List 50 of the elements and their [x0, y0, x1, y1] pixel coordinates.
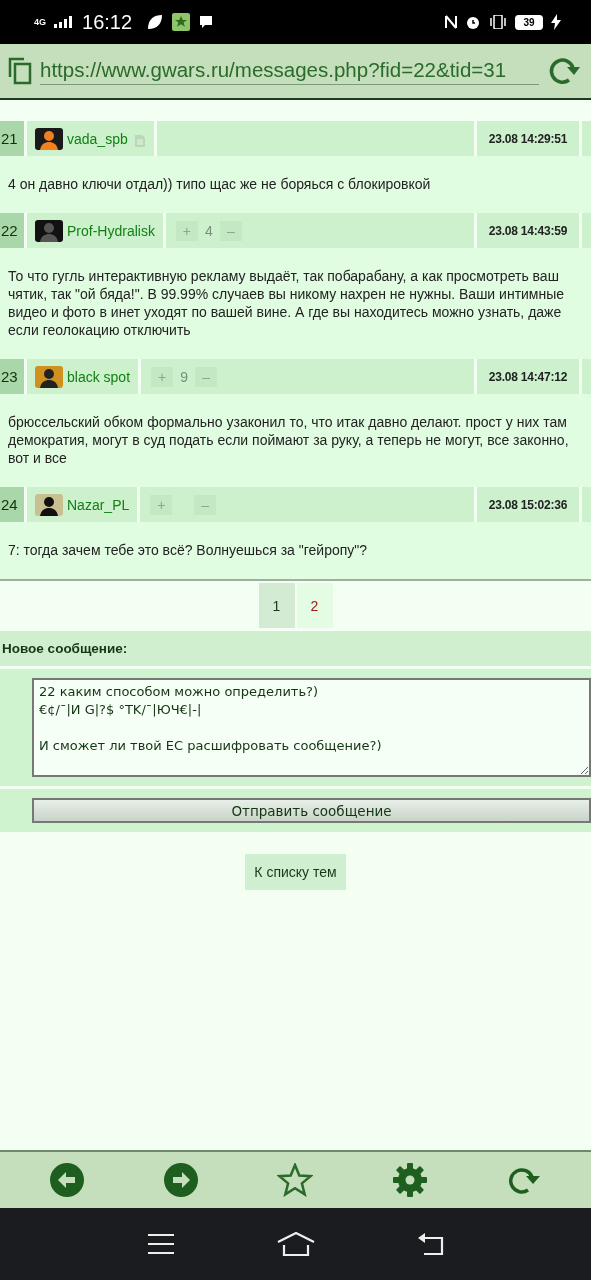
post-date: 23.08 14:43:59: [477, 213, 579, 248]
avatar-icon: [33, 217, 65, 244]
battery-level: 39: [515, 14, 543, 30]
avatar-icon: [33, 363, 65, 390]
post-number: 22: [0, 213, 24, 248]
rating-score: 9: [179, 368, 189, 385]
star-app-icon: [172, 13, 191, 31]
forward-icon[interactable]: [163, 1162, 200, 1198]
star-icon[interactable]: [277, 1163, 314, 1197]
section-title: Новое сообщение:: [0, 631, 591, 666]
settings-icon[interactable]: [391, 1162, 428, 1198]
header-cell: [582, 121, 591, 156]
avatar-icon: [33, 491, 65, 518]
post-date: 23.08 14:29:51: [477, 121, 579, 156]
topic-list-button[interactable]: К списку тем: [245, 854, 346, 890]
avatar-icon: [33, 125, 65, 152]
author-link[interactable]: Prof-Hydralisk: [67, 222, 155, 239]
message-field[interactable]: 22 каким способом можно определить?) €¢/¯|И G|?$ °TK/¯|ЮЧ€|-| И сможет ли твой ЕС расшифровать сообщение?): [32, 678, 591, 777]
vibrate-icon: [489, 15, 507, 29]
author-link[interactable]: Nazar_PL: [67, 496, 130, 513]
page-button[interactable]: 2: [296, 583, 333, 628]
rating-score: 4: [204, 222, 214, 239]
header-cell: [582, 487, 591, 522]
nfc-icon: [445, 14, 457, 30]
author-link[interactable]: vada_spb: [67, 130, 128, 147]
author-link[interactable]: black spot: [67, 368, 131, 385]
header-cell: [582, 359, 591, 394]
post-date: 23.08 15:02:36: [477, 487, 579, 522]
post-text: брюссельский обком формально узаконил то, что итак давно делают. прост у них там демократия, могут в суд подать если поймают за руку, а теперь не могут, все законно, вот и все: [0, 394, 591, 487]
alarm-icon: [465, 14, 481, 30]
post-number: 23: [0, 359, 24, 394]
page-button[interactable]: 1: [258, 583, 295, 628]
signal-icon: [54, 16, 74, 28]
leaf-icon: [146, 13, 165, 31]
header-cell: [582, 213, 591, 248]
post-date: 23.08 14:47:12: [477, 359, 579, 394]
post-text: То что гугль интерактивную рекламу выдаёт, так побарабану, а как просмотреть ваш чятик, так "ой бяда!". В 99.99% случаев вы никому нахрен не нужны. Ваши интимные видео и фото в инет уходят по вашей вине. А где вы находитесь можно узнать, даже если геолокацию отключить: [0, 248, 591, 359]
post-text: 7: тогда зачем тебе это всё? Волнуешься за "гейропу"?: [0, 522, 591, 579]
clock-time: 16:12: [82, 10, 133, 34]
post-number: 24: [0, 487, 24, 522]
reload-icon[interactable]: [547, 56, 581, 86]
home-icon[interactable]: [275, 1231, 316, 1257]
charging-icon: [551, 14, 561, 30]
network-label: 4G: [34, 17, 46, 27]
post-text: 4 он давно ключи отдал)) типо щас же не боряься с блокировкой: [0, 156, 591, 213]
send-button[interactable]: Отправить сообщение: [32, 798, 591, 823]
menu-icon[interactable]: [145, 1232, 176, 1256]
copy-icon[interactable]: [8, 57, 32, 85]
chat-icon: [198, 14, 215, 30]
post-number: 21: [0, 121, 24, 156]
